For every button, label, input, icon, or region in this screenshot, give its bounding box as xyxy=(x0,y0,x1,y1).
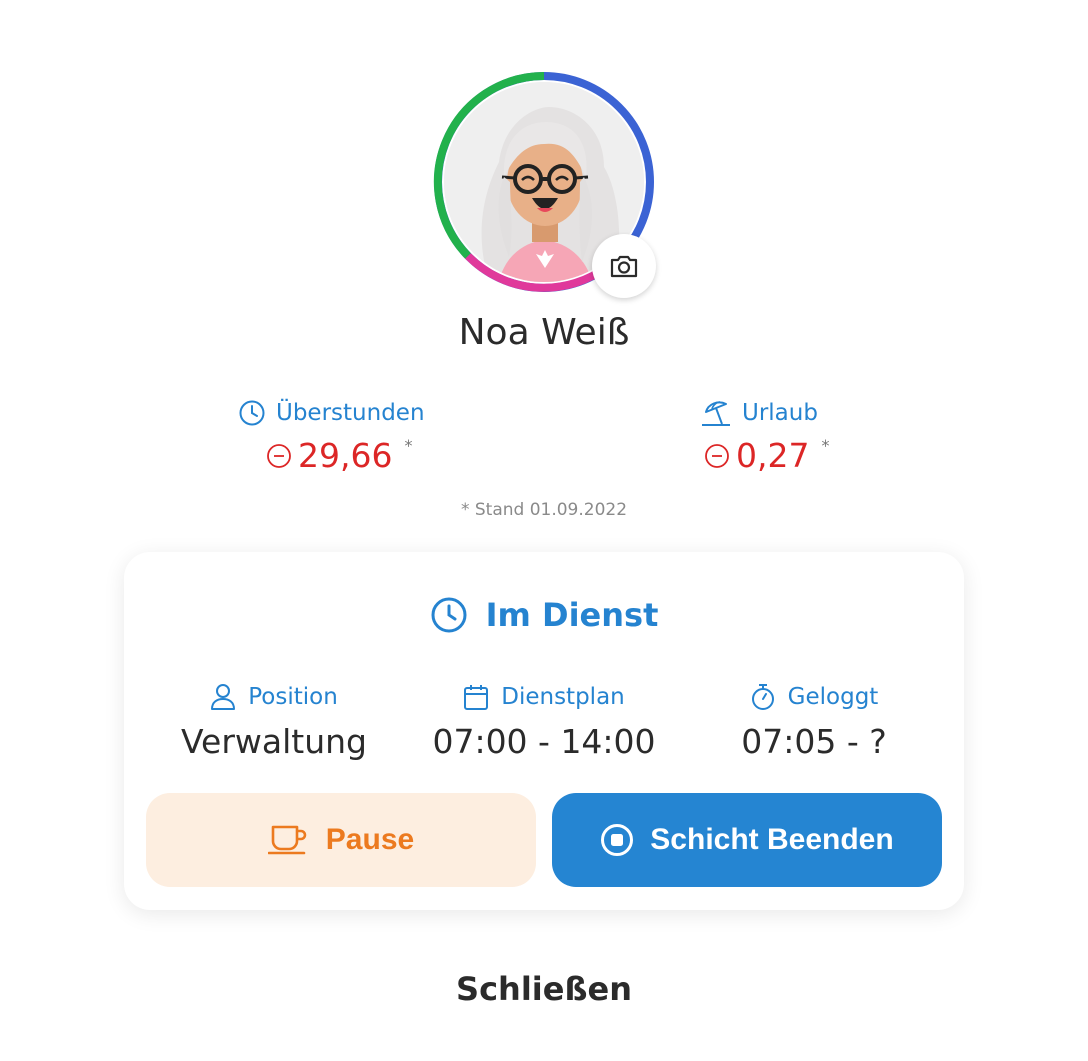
clock-icon xyxy=(431,597,467,633)
user-icon xyxy=(211,684,236,710)
end-shift-button[interactable]: Schicht Beenden xyxy=(552,793,942,887)
overtime-label-row: Überstunden xyxy=(238,396,425,430)
schedule-info: Dienstplan 07:00 - 14:00 xyxy=(404,680,684,761)
profile-avatar[interactable] xyxy=(432,70,656,298)
camera-icon xyxy=(610,255,638,278)
minus-circle-icon xyxy=(705,443,729,468)
balance-date-note: * Stand 01.09.2022 xyxy=(460,500,628,520)
overtime-label: Überstunden xyxy=(276,400,425,426)
position-label-row: Position xyxy=(134,680,414,714)
vacation-asterisk: * xyxy=(821,436,830,455)
end-shift-button-label: Schicht Beenden xyxy=(650,823,894,856)
schedule-value: 07:00 - 14:00 xyxy=(432,722,656,761)
vacation-value: 0,27 xyxy=(736,436,810,475)
pause-button-label: Pause xyxy=(325,823,415,856)
close-button[interactable]: Schließen xyxy=(0,970,1088,1008)
clock-icon xyxy=(239,400,265,426)
overtime-asterisk: * xyxy=(404,436,413,455)
user-name: Noa Weiß xyxy=(458,312,630,353)
vacation-label: Urlaub xyxy=(742,400,818,426)
vacation-label-row: Urlaub xyxy=(700,396,829,430)
overtime-value: 29,66 xyxy=(298,436,393,475)
change-photo-button[interactable] xyxy=(592,234,656,298)
coffee-cup-icon xyxy=(267,825,307,855)
position-info: Position Verwaltung xyxy=(134,680,414,761)
pause-button[interactable]: Pause xyxy=(146,793,536,887)
logged-label-row: Geloggt xyxy=(674,680,954,714)
duty-status-title: Im Dienst xyxy=(124,596,964,634)
minus-circle-icon xyxy=(267,443,291,468)
duty-status-label: Im Dienst xyxy=(485,596,659,634)
logged-info: Geloggt 07:05 - ? xyxy=(674,680,954,761)
beach-umbrella-icon xyxy=(702,401,730,426)
logged-label: Geloggt xyxy=(787,684,879,710)
stop-circle-icon xyxy=(601,824,634,856)
duty-card: Im Dienst Position Verwaltung Dienstplan… xyxy=(124,552,964,910)
vacation-stat: Urlaub 0,27 * xyxy=(700,396,829,475)
schedule-label: Dienstplan xyxy=(501,684,625,710)
position-value: Verwaltung xyxy=(181,722,367,761)
overtime-stat: Überstunden 29,66 * xyxy=(238,396,425,475)
logged-value: 07:05 - ? xyxy=(741,722,887,761)
vacation-value-row: 0,27 * xyxy=(704,436,829,475)
position-label: Position xyxy=(248,684,338,710)
overtime-value-row: 29,66 * xyxy=(266,436,425,475)
stopwatch-icon xyxy=(751,684,774,710)
schedule-label-row: Dienstplan xyxy=(404,680,684,714)
calendar-icon xyxy=(464,685,489,710)
